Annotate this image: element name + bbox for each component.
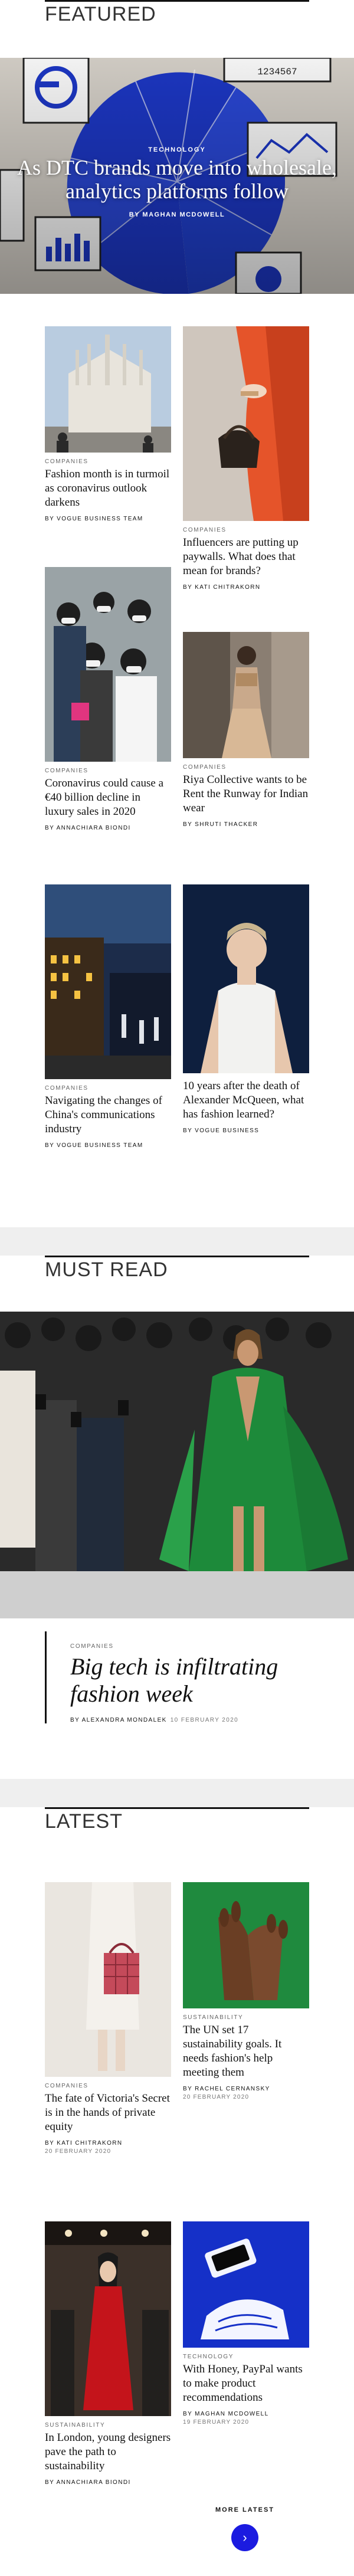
- must-read-card[interactable]: COMPANIES Big tech is infiltrating fashi…: [45, 1631, 309, 1723]
- article-byline: BY VOGUE BUSINESS TEAM: [45, 516, 143, 522]
- section-title: FEATURED: [45, 3, 156, 25]
- article-title[interactable]: Riya Collective wants to be Rent the Run…: [183, 773, 309, 815]
- article-card[interactable]: COMPANIES Coronavirus could cause a €40 …: [45, 567, 171, 831]
- article-category: COMPANIES: [70, 1643, 114, 1650]
- article-byline: BY KATI CHITRAKORN: [183, 584, 261, 591]
- section-rule: [45, 1256, 309, 1257]
- more-latest-label: MORE LATEST: [215, 2506, 274, 2513]
- article-category: COMPANIES: [45, 458, 88, 465]
- article-title[interactable]: With Honey, PayPal wants to make product…: [183, 2362, 309, 2405]
- article-title[interactable]: 10 years after the death of Alexander Mc…: [183, 1079, 309, 1122]
- article-card[interactable]: COMPANIES Influencers are putting up pay…: [183, 326, 309, 591]
- article-category: TECHNOLOGY: [183, 2354, 234, 2360]
- article-card[interactable]: SUSTAINABILITY In London, young designer…: [45, 2221, 171, 2486]
- article-image: [45, 567, 171, 762]
- article-card[interactable]: COMPANIES Navigating the changes of Chin…: [45, 884, 171, 1149]
- hero-byline: BY MAGHAN MCDOWELL: [129, 211, 225, 218]
- section-title: MUST READ: [45, 1258, 168, 1281]
- article-category: COMPANIES: [183, 764, 227, 771]
- article-date: 19 FEBRUARY 2020: [183, 2419, 250, 2426]
- article-title[interactable]: Influencers are putting up paywalls. Wha…: [183, 536, 309, 578]
- article-category: COMPANIES: [45, 2083, 88, 2089]
- article-title[interactable]: Big tech is infiltrating fashion week: [70, 1653, 309, 1707]
- article-card[interactable]: COMPANIES The fate of Victoria's Secret …: [45, 1882, 171, 2155]
- article-byline: BY MAGHAN MCDOWELL: [183, 2411, 269, 2417]
- more-latest: MORE LATEST ›: [206, 2506, 283, 2551]
- article-date: 20 FEBRUARY 2020: [45, 2148, 112, 2155]
- article-title[interactable]: Fashion month is in turmoil as coronavir…: [45, 467, 171, 510]
- article-title[interactable]: The UN set 17 sustainability goals. It n…: [183, 2023, 309, 2080]
- section-divider: [0, 1779, 354, 1807]
- must-read-header: MUST READ: [0, 1256, 354, 1282]
- article-image: [183, 1882, 309, 2008]
- article-image: [183, 884, 309, 1073]
- article-category: SUSTAINABILITY: [45, 2422, 106, 2428]
- more-latest-button[interactable]: ›: [231, 2524, 258, 2551]
- article-byline: BY ANNACHIARA BIONDI: [45, 825, 131, 831]
- featured-header: FEATURED: [0, 0, 354, 26]
- chevron-right-icon: ›: [242, 2530, 247, 2545]
- article-title[interactable]: In London, young designers pave the path…: [45, 2431, 171, 2473]
- article-card[interactable]: COMPANIES Riya Collective wants to be Re…: [183, 632, 309, 828]
- article-title[interactable]: Navigating the changes of China's commun…: [45, 1094, 171, 1136]
- article-category: SUSTAINABILITY: [183, 2014, 244, 2021]
- article-image: [45, 326, 171, 453]
- article-byline: BY SHRUTI THACKER: [183, 821, 258, 828]
- article-category: COMPANIES: [45, 768, 88, 774]
- hero-category: TECHNOLOGY: [148, 146, 206, 153]
- article-image: [45, 884, 171, 1079]
- must-read-image[interactable]: [0, 1312, 354, 1618]
- article-byline: BY ALEXANDRA MONDALEK 10 FEBRUARY 2020: [70, 1717, 309, 1723]
- article-image: [183, 632, 309, 758]
- article-byline: BY RACHEL CERNANSKY: [183, 2086, 270, 2092]
- hero-text: TECHNOLOGY As DTC brands move into whole…: [0, 146, 354, 218]
- article-title[interactable]: The fate of Victoria's Secret is in the …: [45, 2092, 171, 2134]
- article-image: [45, 1882, 171, 2077]
- article-date: 20 FEBRUARY 2020: [183, 2094, 250, 2100]
- article-byline: BY ANNACHIARA BIONDI: [45, 2479, 131, 2486]
- article-card[interactable]: TECHNOLOGY With Honey, PayPal wants to m…: [183, 2221, 309, 2426]
- section-rule: [45, 1807, 309, 1809]
- latest-grid: COMPANIES The fate of Victoria's Secret …: [45, 1882, 309, 2496]
- article-card[interactable]: COMPANIES Fashion month is in turmoil as…: [45, 326, 171, 522]
- section-divider: [0, 1227, 354, 1256]
- article-image: [183, 2221, 309, 2348]
- article-byline: BY KATI CHITRAKORN: [45, 2140, 123, 2146]
- section-title: LATEST: [45, 1810, 123, 1833]
- article-byline: BY VOGUE BUSINESS: [183, 1128, 260, 1134]
- article-title[interactable]: Coronavirus could cause a €40 billion de…: [45, 776, 171, 819]
- byline-date: 10 FEBRUARY 2020: [170, 1717, 239, 1723]
- featured-hero[interactable]: 1234567 TECHNOLOGY As DTC brands move in…: [0, 58, 354, 294]
- article-category: COMPANIES: [45, 1085, 88, 1092]
- article-card[interactable]: SUSTAINABILITY The UN set 17 sustainabil…: [183, 1882, 309, 2100]
- article-card[interactable]: 10 years after the death of Alexander Mc…: [183, 884, 309, 1134]
- article-category: COMPANIES: [183, 527, 227, 533]
- latest-header: LATEST: [0, 1807, 354, 1833]
- article-byline: BY VOGUE BUSINESS TEAM: [45, 1142, 143, 1149]
- section-rule: [45, 0, 309, 2]
- article-image: [183, 326, 309, 521]
- byline-author: BY ALEXANDRA MONDALEK: [70, 1717, 167, 1723]
- article-image: [45, 2221, 171, 2416]
- hero-title[interactable]: As DTC brands move into wholesale, analy…: [12, 156, 342, 203]
- featured-grid: COMPANIES Fashion month is in turmoil as…: [45, 326, 309, 1211]
